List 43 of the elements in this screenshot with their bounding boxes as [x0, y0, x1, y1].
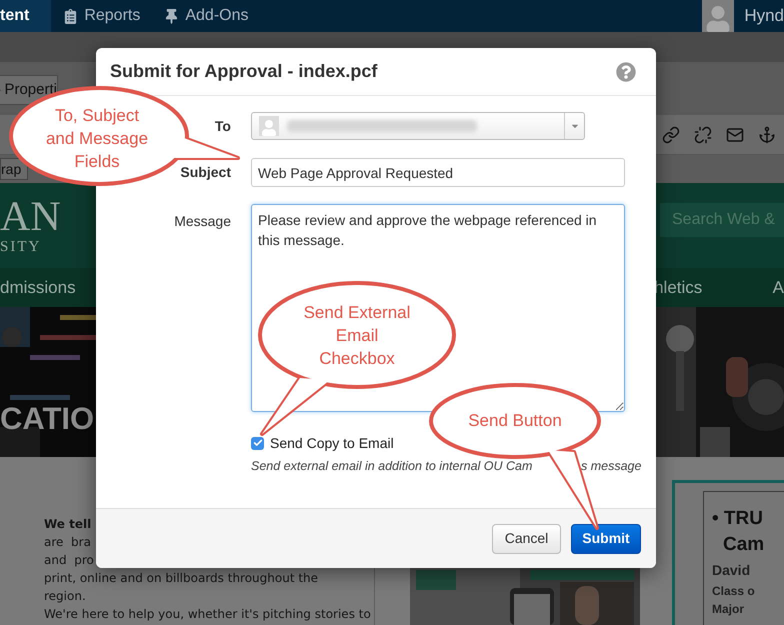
field-label: Message	[173, 212, 231, 231]
submit-button[interactable]: Submit	[571, 524, 641, 554]
checkbox-label: Send Copy to Email	[270, 434, 394, 453]
nav-tab[interactable]: Reports	[51, 0, 152, 32]
body-text: are bra	[44, 534, 91, 551]
body-text: We're here to help you, whether it's pitching stories to	[44, 606, 371, 623]
help-icon[interactable]	[616, 62, 636, 82]
callout-text: Send Button	[467, 410, 563, 432]
nav-tab[interactable]: tent	[0, 0, 52, 32]
site-nav-link[interactable]: hletics	[654, 274, 773, 300]
card-text: • TRU	[712, 507, 764, 531]
help-text: s message	[581, 458, 642, 475]
user-name: Hynd	[744, 5, 784, 28]
body-text: region.	[44, 588, 86, 605]
cancel-button[interactable]: Cancel	[492, 524, 561, 554]
subject-field[interactable]: Web Page Approval Requested	[251, 158, 625, 187]
body-text: We tell	[44, 516, 92, 533]
user-avatar	[702, 0, 734, 32]
body-text: and pro	[44, 552, 94, 569]
callout-text: To, Subject and Message Fields	[44, 105, 150, 173]
card-text: David	[712, 561, 752, 580]
clipboard-icon	[63, 8, 78, 24]
logo-text: AN	[0, 195, 61, 239]
logo-subtext: SITY	[0, 239, 42, 255]
callout-text: Send External Email Checkbox	[302, 302, 412, 370]
banner-title: CATIO	[0, 400, 94, 438]
help-text: Send external email in addition to internal OU Cam	[251, 458, 534, 475]
link-icon[interactable]	[662, 126, 680, 144]
pin-icon	[164, 8, 180, 24]
mail-icon[interactable]	[726, 126, 744, 144]
unlink-icon[interactable]	[694, 126, 712, 144]
field-label: Subject	[179, 163, 231, 182]
card-text: Cam	[722, 533, 766, 557]
dialog-title: Submit for Approval - index.pcf	[110, 60, 378, 83]
card-text: Major	[712, 601, 746, 618]
body-text: print, online and on billboards throughout the	[44, 570, 318, 587]
send-copy-checkbox[interactable]	[251, 436, 264, 450]
site-nav-link[interactable]: A	[772, 274, 784, 300]
card-text: Class o	[712, 583, 756, 600]
avatar-icon	[259, 116, 279, 136]
anchor-icon[interactable]	[758, 126, 776, 144]
to-select[interactable]	[251, 112, 585, 140]
nav-tab[interactable]: Add-Ons	[152, 0, 260, 32]
